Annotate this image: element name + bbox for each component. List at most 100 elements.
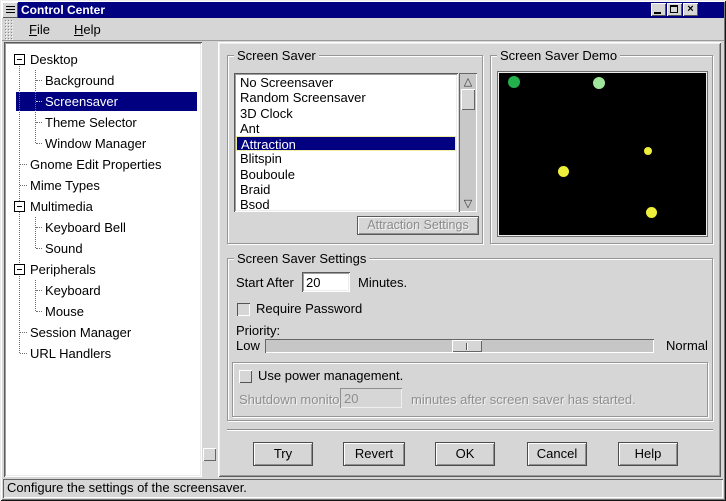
scrollbar-up-icon[interactable]: △ [459,74,477,89]
use-power-management-checkbox[interactable] [239,370,252,383]
menu-file[interactable]: File [20,20,59,39]
start-after-label: Start After [236,275,294,291]
scrollbar-thumb[interactable] [461,89,475,110]
menubar: File Help [2,18,724,41]
settings-group-label: Screen Saver Settings [234,251,369,266]
screen-saver-group: Screen Saver No ScreensaverRandom Screen… [227,55,483,244]
screensaver-item-braid[interactable]: Braid [236,182,456,197]
sidebar-item-label: Mime Types [30,175,100,196]
sidebar-item-label: Keyboard [45,280,101,301]
scrollbar-down-icon[interactable]: ▽ [459,196,477,211]
tree-connector [36,311,42,312]
sidebar-item-label: Theme Selector [45,112,137,133]
menubar-grip-handle[interactable] [4,19,14,40]
settings-pane: Screen Saver No ScreensaverRandom Screen… [218,42,721,477]
tree-expander-icon[interactable] [14,201,25,212]
sidebar-item-label: Background [45,70,114,91]
screensaver-demo-screen [497,71,708,237]
demo-group-label: Screen Saver Demo [497,48,620,63]
sidebar-item-mime-types[interactable]: Mime Types [8,175,198,196]
help-button[interactable]: Help [618,442,678,466]
require-password-checkbox[interactable] [237,303,250,316]
sidebar-item-gnome-edit-properties[interactable]: Gnome Edit Properties [8,154,198,175]
category-tree-panel: DesktopBackgroundScreensaverTheme Select… [4,42,202,477]
attraction-settings-button[interactable]: Attraction Settings [357,216,479,235]
minimize-icon [654,12,661,14]
tree-connector [20,332,27,333]
screensaver-item-bsod[interactable]: Bsod [236,197,456,212]
use-power-management-label: Use power management. [258,368,403,384]
titlebar-drag-area[interactable]: Control Center [18,2,651,18]
demo-dot [644,147,652,155]
screensaver-item-ant[interactable]: Ant [236,121,456,136]
tree-connector [36,101,42,102]
tree-connector [20,164,27,165]
tree-expander-icon[interactable] [14,54,25,65]
screensaver-item-bouboule[interactable]: Bouboule [236,167,456,182]
tree-connector [20,185,27,186]
tree-connector [36,248,42,249]
priority-slider-tick [466,343,467,350]
window-title: Control Center [21,3,105,17]
sidebar-item-label: Keyboard Bell [45,217,126,238]
sidebar-item-label: Sound [45,238,83,259]
priority-slider[interactable] [265,339,654,353]
sidebar-item-url-handlers[interactable]: URL Handlers [8,343,198,364]
window-menu-button[interactable] [2,2,18,18]
tree-expander-icon[interactable] [14,264,25,275]
screensaver-item-attraction[interactable]: Attraction [236,136,456,151]
try-button[interactable]: Try [253,442,313,466]
revert-button[interactable]: Revert [343,442,405,466]
demo-dot [558,166,569,177]
tree-connector [36,122,42,123]
tree-connector [35,217,36,248]
minus-icon [17,206,22,207]
demo-group: Screen Saver Demo [490,55,713,244]
priority-low-label: Low [236,338,260,354]
tree-connector [36,227,42,228]
screensaver-list-scrollbar[interactable]: △ ▽ [459,73,477,212]
pane-resize-handle[interactable] [203,448,216,461]
power-management-group: Use power management. Shutdown monitor m… [232,362,708,417]
screensaver-item-blitspin[interactable]: Blitspin [236,151,456,166]
sidebar-item-label: Multimedia [30,196,93,217]
menu-help[interactable]: Help [65,20,110,39]
ok-button[interactable]: OK [435,442,495,466]
sidebar-item-label: Session Manager [30,322,131,343]
sidebar-item-label: Screensaver [45,91,118,112]
maximize-icon [670,5,678,13]
start-after-input[interactable] [302,272,350,292]
screensaver-item-3d-clock[interactable]: 3D Clock [236,106,456,121]
screensaver-item-random-screensaver[interactable]: Random Screensaver [236,90,456,105]
statusbar: Configure the settings of the screensave… [3,479,723,498]
minus-icon [17,269,22,270]
cancel-button[interactable]: Cancel [527,442,587,466]
close-icon: × [683,3,698,16]
tree-connector [36,143,42,144]
screensaver-item-no-screensaver[interactable]: No Screensaver [236,75,456,90]
sidebar-item-label: Desktop [30,49,78,70]
start-after-suffix-label: Minutes. [358,275,407,291]
screensaver-list[interactable]: No ScreensaverRandom Screensaver3D Clock… [234,73,458,212]
titlebar: Control Center × [2,2,724,18]
sidebar-item-desktop[interactable]: Desktop [8,49,198,70]
priority-normal-label: Normal [666,338,708,354]
tree-connector [35,280,36,311]
priority-slider-thumb[interactable] [452,340,482,352]
control-center-window: Control Center × File Help DesktopBackgro… [0,0,726,501]
demo-dot [646,207,657,218]
close-button[interactable]: × [683,3,698,16]
minimize-button[interactable] [651,3,666,16]
tree-connector [36,80,42,81]
settings-group: Screen Saver Settings Start After Minute… [227,258,713,421]
maximize-button[interactable] [667,3,682,16]
sidebar-item-multimedia[interactable]: Multimedia [8,196,198,217]
sidebar-item-peripherals[interactable]: Peripherals [8,259,198,280]
priority-label: Priority: [236,323,280,339]
sidebar-item-label: Peripherals [30,259,96,280]
screen-saver-group-label: Screen Saver [234,48,319,63]
minus-icon [17,59,22,60]
sidebar-item-label: Mouse [45,301,84,322]
sidebar-item-session-manager[interactable]: Session Manager [8,322,198,343]
demo-dot [508,76,520,88]
